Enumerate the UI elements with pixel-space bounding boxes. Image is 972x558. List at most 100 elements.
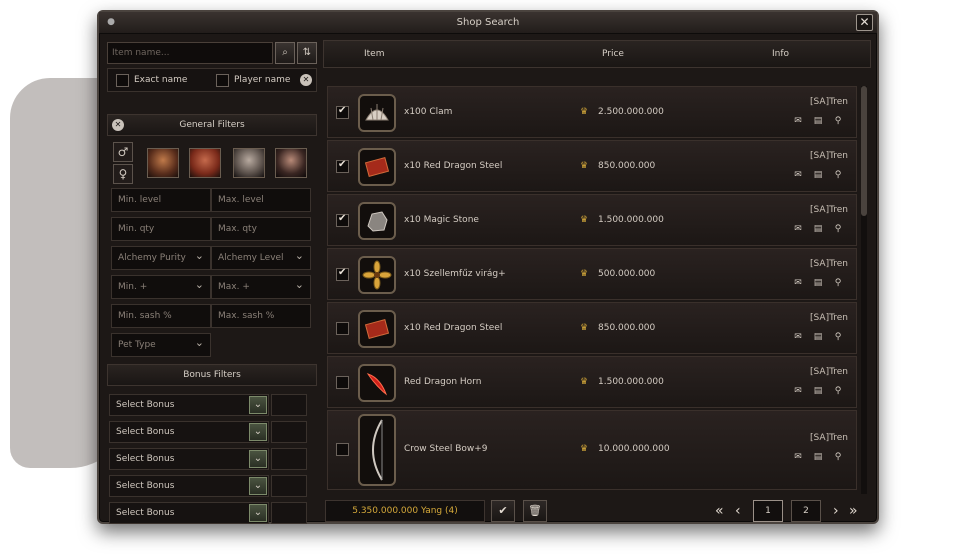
shop-icon[interactable]: ▤ <box>812 115 824 127</box>
search-icon[interactable]: ⚲ <box>832 169 844 181</box>
bonus-select[interactable]: Select Bonus <box>109 394 269 416</box>
mail-icon[interactable]: ✉ <box>792 169 804 181</box>
ninja-portrait[interactable] <box>189 148 221 178</box>
shop-icon[interactable]: ▤ <box>812 169 824 181</box>
seller-name[interactable]: [SA]Tren <box>810 367 848 377</box>
seller-name[interactable]: [SA]Tren <box>810 151 848 161</box>
result-row[interactable]: x10 Red Dragon Steel ♛ 850.000.000 [SA]T… <box>327 302 857 354</box>
bonus-select[interactable]: Select Bonus <box>109 502 269 524</box>
row-select-checkbox[interactable] <box>336 213 349 227</box>
search-icon[interactable]: ⚲ <box>832 277 844 289</box>
shop-icon[interactable]: ▤ <box>812 385 824 397</box>
min-level-field[interactable]: Min. level <box>111 188 211 212</box>
result-row[interactable]: x10 Szellemfűz virág+ ♛ 500.000.000 [SA]… <box>327 248 857 300</box>
player-name-checkbox[interactable] <box>216 74 229 87</box>
seller-name[interactable]: [SA]Tren <box>810 313 848 323</box>
max-plus-dropdown[interactable]: Max. + <box>211 275 311 299</box>
seller-name[interactable]: [SA]Tren <box>810 259 848 269</box>
result-row[interactable]: x10 Magic Stone ♛ 1.500.000.000 [SA]Tren… <box>327 194 857 246</box>
chevron-down-icon: ⌄ <box>253 453 263 464</box>
bonus-dropdown-button[interactable]: ⌄ <box>249 477 267 495</box>
bonus-dropdown-button[interactable]: ⌄ <box>249 423 267 441</box>
mail-icon[interactable]: ✉ <box>792 115 804 127</box>
first-page-button[interactable]: « <box>715 500 724 522</box>
row-select-checkbox[interactable] <box>336 159 349 173</box>
seller-name[interactable]: [SA]Tren <box>810 433 848 443</box>
mail-icon[interactable]: ✉ <box>792 451 804 463</box>
delete-selected-button[interactable]: 🗑 <box>523 500 547 522</box>
shop-icon[interactable]: ▤ <box>812 277 824 289</box>
seller-name[interactable]: [SA]Tren <box>810 205 848 215</box>
scrollbar-thumb[interactable] <box>861 86 867 216</box>
prev-page-button[interactable]: ‹ <box>735 500 741 522</box>
pet-type-dropdown[interactable]: Pet Type <box>111 333 211 357</box>
bonus-value-field[interactable] <box>271 448 307 470</box>
close-button[interactable]: ✕ <box>856 14 873 31</box>
bonus-select[interactable]: Select Bonus <box>109 421 269 443</box>
max-sash-field[interactable]: Max. sash % <box>211 304 311 328</box>
row-select-checkbox[interactable] <box>336 267 349 281</box>
page-number-1[interactable]: 1 <box>753 500 783 522</box>
min-sash-field[interactable]: Min. sash % <box>111 304 211 328</box>
max-level-field[interactable]: Max. level <box>211 188 311 212</box>
row-select-checkbox[interactable] <box>336 443 349 456</box>
alchemy-purity-dropdown[interactable]: Alchemy Purity <box>111 246 211 270</box>
female-filter-icon[interactable]: ♀ <box>113 164 133 184</box>
last-page-button[interactable]: » <box>849 500 858 522</box>
clear-general-filters-icon[interactable]: ✕ <box>112 119 124 131</box>
column-item[interactable]: Item <box>364 49 385 59</box>
result-row[interactable]: x100 Clam ♛ 2.500.000.000 [SA]Tren ✉ ▤ ⚲ <box>327 86 857 138</box>
row-select-checkbox[interactable] <box>336 322 349 335</box>
item-name-input[interactable]: Item name... <box>107 42 273 64</box>
clear-name-options-icon[interactable]: ✕ <box>300 74 312 86</box>
shop-icon[interactable]: ▤ <box>812 223 824 235</box>
bonus-dropdown-button[interactable]: ⌄ <box>249 396 267 414</box>
male-filter-icon[interactable]: ♂ <box>113 142 133 162</box>
row-select-checkbox[interactable] <box>336 105 349 119</box>
result-row[interactable]: Crow Steel Bow+9 ♛ 10.000.000.000 [SA]Tr… <box>327 410 857 490</box>
search-icon[interactable]: ⚲ <box>832 331 844 343</box>
bonus-value-field[interactable] <box>271 421 307 443</box>
warrior-portrait[interactable] <box>147 148 179 178</box>
search-icon[interactable]: ⚲ <box>832 223 844 235</box>
sura-portrait[interactable] <box>233 148 265 178</box>
title-bar[interactable]: ● Shop Search ✕ <box>99 12 877 34</box>
search-icon[interactable]: ⚲ <box>832 385 844 397</box>
shaman-portrait[interactable] <box>275 148 307 178</box>
min-qty-field[interactable]: Min. qty <box>111 217 211 241</box>
bonus-dropdown-button[interactable]: ⌄ <box>249 450 267 468</box>
mail-icon[interactable]: ✉ <box>792 277 804 289</box>
buy-selected-button[interactable]: ✔ <box>491 500 515 522</box>
result-row[interactable]: Red Dragon Horn ♛ 1.500.000.000 [SA]Tren… <box>327 356 857 408</box>
search-button[interactable]: ⌕ <box>275 42 295 64</box>
result-row[interactable]: x10 Red Dragon Steel ♛ 850.000.000 [SA]T… <box>327 140 857 192</box>
seller-name[interactable]: [SA]Tren <box>810 97 848 107</box>
search-icon[interactable]: ⚲ <box>832 451 844 463</box>
bonus-value-field[interactable] <box>271 394 307 416</box>
bonus-select[interactable]: Select Bonus <box>109 475 269 497</box>
mail-icon[interactable]: ✉ <box>792 331 804 343</box>
sort-button[interactable]: ⇅ <box>297 42 317 64</box>
bonus-select[interactable]: Select Bonus <box>109 448 269 470</box>
bow-icon <box>372 419 383 481</box>
bonus-dropdown-button[interactable]: ⌄ <box>249 504 267 522</box>
shop-icon[interactable]: ▤ <box>812 331 824 343</box>
pin-icon[interactable]: ● <box>105 16 117 28</box>
item-name: x100 Clam <box>404 107 453 117</box>
search-icon[interactable]: ⚲ <box>832 115 844 127</box>
bonus-value-field[interactable] <box>271 475 307 497</box>
exact-name-checkbox[interactable] <box>116 74 129 87</box>
results-scrollbar[interactable] <box>861 86 867 494</box>
shop-icon[interactable]: ▤ <box>812 451 824 463</box>
bonus-value-field[interactable] <box>271 502 307 524</box>
next-page-button[interactable]: › <box>833 500 839 522</box>
mail-icon[interactable]: ✉ <box>792 223 804 235</box>
page-number-2[interactable]: 2 <box>791 500 821 522</box>
max-qty-field[interactable]: Max. qty <box>211 217 311 241</box>
column-info[interactable]: Info <box>772 49 789 59</box>
mail-icon[interactable]: ✉ <box>792 385 804 397</box>
alchemy-level-dropdown[interactable]: Alchemy Level <box>211 246 311 270</box>
min-plus-dropdown[interactable]: Min. + <box>111 275 211 299</box>
column-price[interactable]: Price <box>602 49 624 59</box>
row-select-checkbox[interactable] <box>336 376 349 389</box>
